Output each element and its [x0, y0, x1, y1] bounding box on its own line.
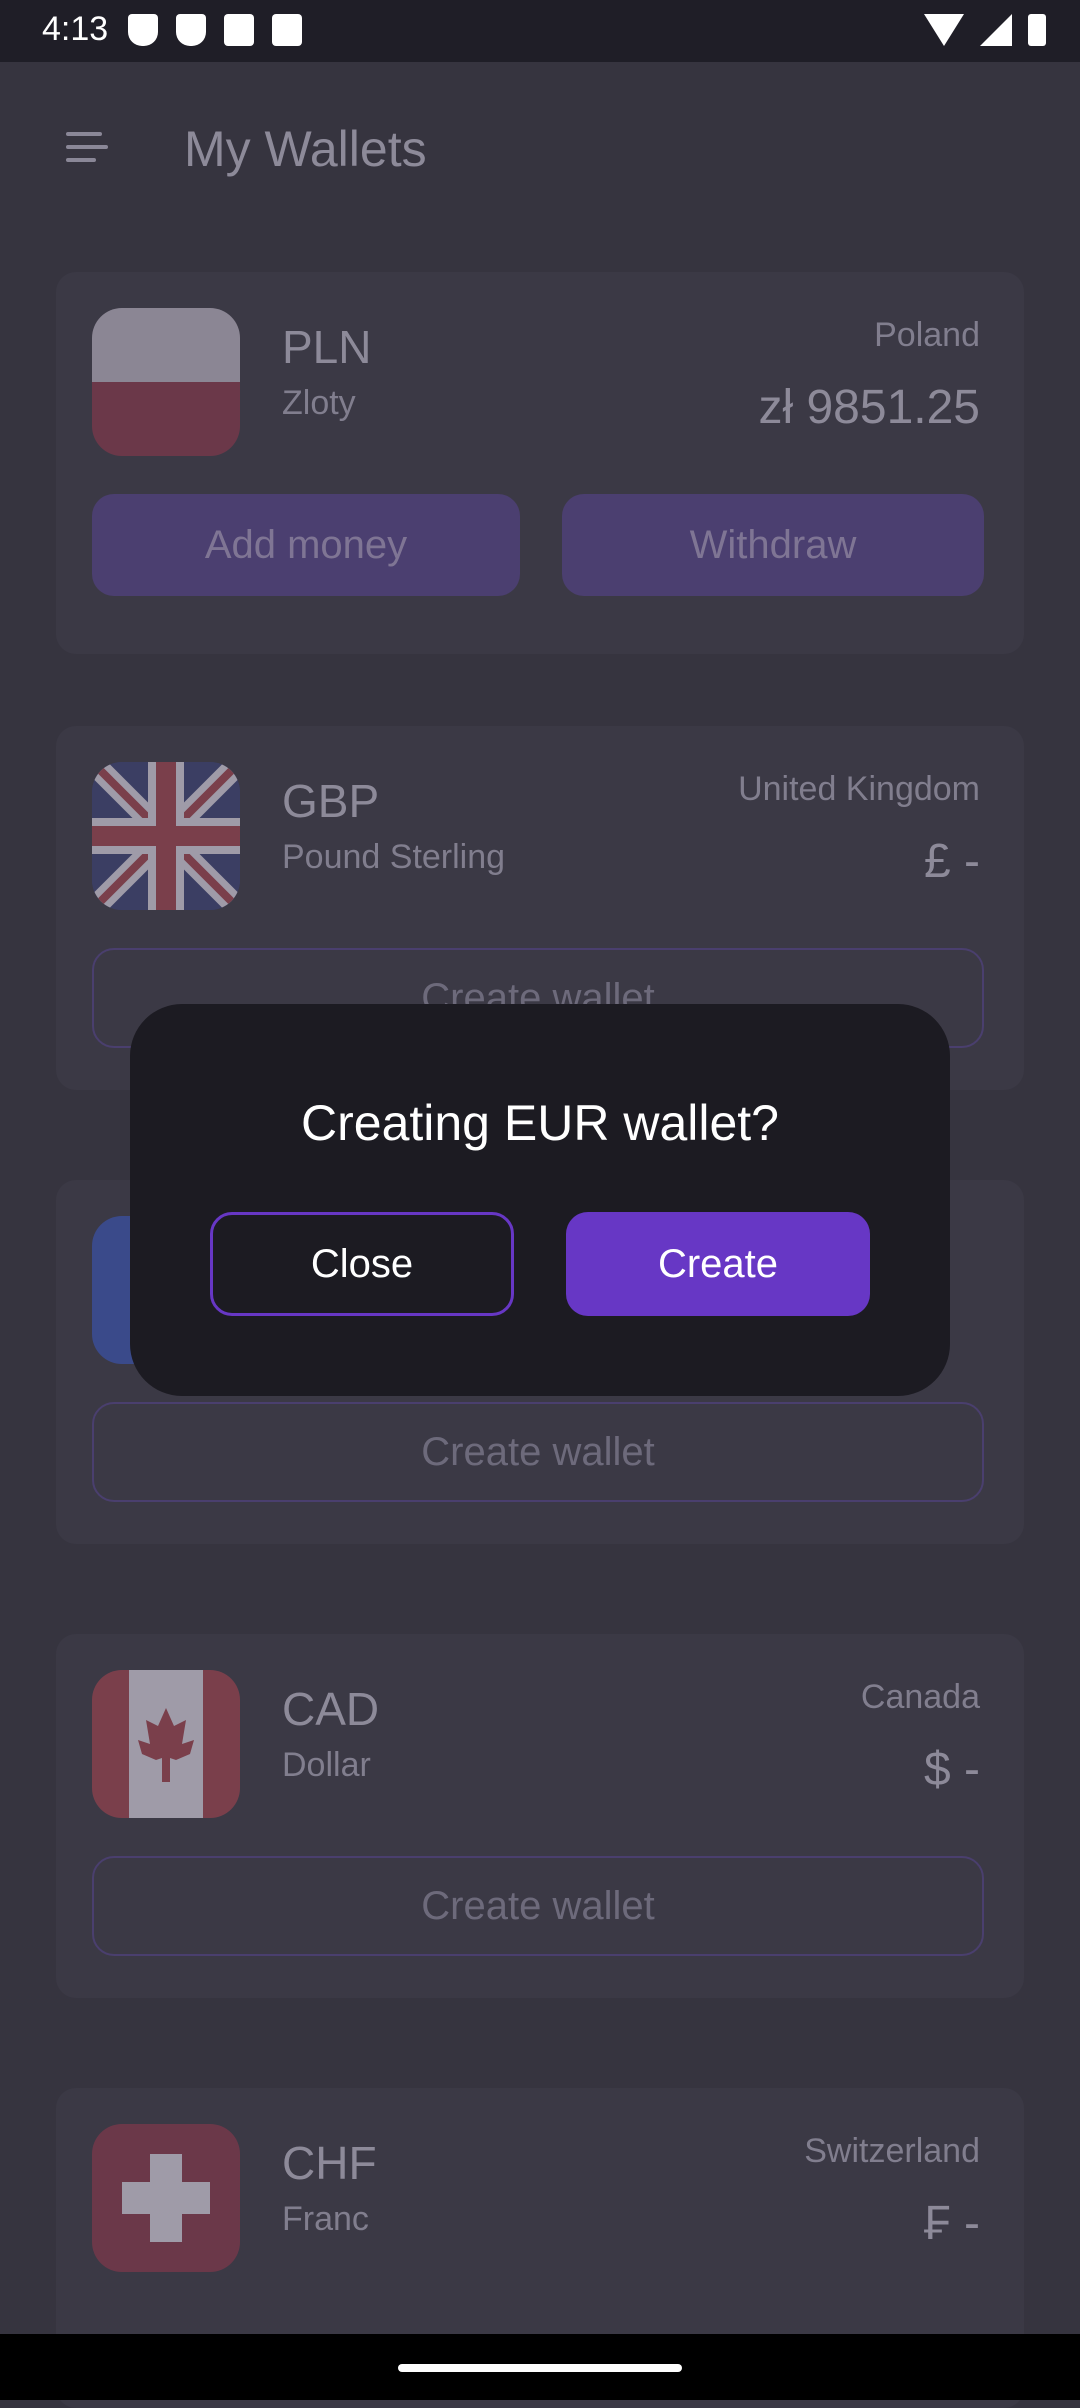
home-handle[interactable]	[398, 2364, 682, 2372]
dialog-title: Creating EUR wallet?	[301, 1095, 779, 1151]
close-button[interactable]: Close	[210, 1212, 514, 1316]
currency-name: Dollar	[282, 1746, 371, 1784]
font-a-icon	[224, 14, 254, 46]
switzerland-flag-icon	[92, 2124, 240, 2272]
country-name: United Kingdom	[738, 770, 980, 808]
cell-signal-icon	[980, 14, 1012, 46]
create-wallet-dialog: Creating EUR wallet? Close Create	[130, 1004, 950, 1396]
battery-icon	[1028, 14, 1046, 46]
country-name: Switzerland	[804, 2132, 980, 2170]
currency-name: Zloty	[282, 384, 356, 422]
menu-icon[interactable]	[66, 132, 108, 171]
wallet-balance: zł 9851.25	[758, 381, 980, 434]
wifi-icon	[924, 14, 964, 46]
poland-flag-icon	[92, 308, 240, 456]
page-title: My Wallets	[184, 121, 427, 177]
wallet-balance: $ -	[923, 1743, 980, 1796]
country-name: Canada	[860, 1678, 980, 1716]
wallet-card-cad: CAD Dollar Canada $ - Create wallet	[56, 1634, 1024, 1998]
create-wallet-button[interactable]: Create wallet	[92, 1402, 984, 1502]
play-protect-icon	[176, 14, 206, 46]
sd-card-icon	[272, 14, 302, 46]
canada-flag-icon	[92, 1670, 240, 1818]
wallet-card-pln: PLN Zloty Poland zł 9851.25 Add money Wi…	[56, 272, 1024, 654]
currency-code: PLN	[282, 321, 372, 373]
status-bar: 4:13	[0, 0, 1080, 62]
uk-flag-icon	[92, 762, 240, 910]
currency-code: CHF	[282, 2137, 377, 2189]
withdraw-button[interactable]: Withdraw	[562, 494, 984, 596]
add-money-button[interactable]: Add money	[92, 494, 520, 596]
status-time: 4:13	[42, 10, 109, 48]
wallet-balance: ₣ -	[923, 2197, 980, 2250]
currency-name: Franc	[282, 2200, 369, 2238]
currency-code: GBP	[282, 775, 380, 827]
app-bar: My Wallets	[0, 62, 1080, 232]
shield-icon	[128, 14, 158, 46]
currency-code: CAD	[282, 1683, 380, 1735]
wallet-balance: £ -	[923, 835, 980, 888]
currency-name: Pound Sterling	[282, 838, 506, 876]
navigation-bar	[0, 2334, 1080, 2400]
country-name: Poland	[874, 316, 980, 354]
create-button[interactable]: Create	[566, 1212, 870, 1316]
create-wallet-button[interactable]: Create wallet	[92, 1856, 984, 1956]
notification-icons	[128, 14, 302, 46]
